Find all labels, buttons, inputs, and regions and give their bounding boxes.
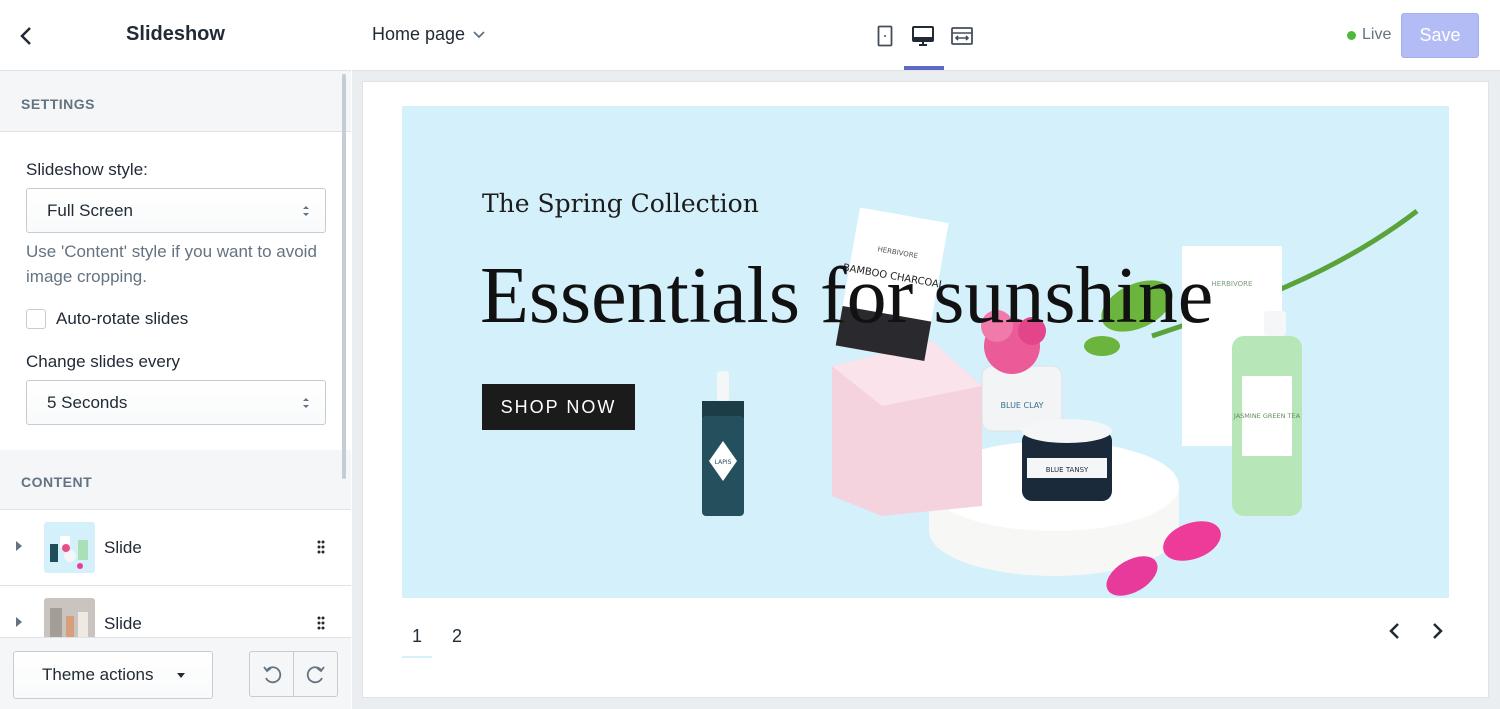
redo-icon xyxy=(306,666,325,684)
chevron-left-icon xyxy=(1389,623,1399,639)
settings-heading: SETTINGS xyxy=(0,72,351,132)
product-label: BLUE TANSY xyxy=(1046,466,1089,474)
theme-actions-label: Theme actions xyxy=(42,665,154,684)
fullscreen-view-button[interactable] xyxy=(949,23,975,49)
caret-right-icon[interactable] xyxy=(15,616,23,628)
select-arrows-icon xyxy=(303,398,309,408)
select-arrows-icon xyxy=(303,206,309,216)
chevron-right-icon xyxy=(1433,623,1443,639)
slide-label: Slide xyxy=(104,538,142,557)
content-heading-label: CONTENT xyxy=(21,474,93,490)
sidebar-footer: Theme actions xyxy=(0,637,351,709)
mobile-view-button[interactable] xyxy=(872,23,898,49)
mobile-icon xyxy=(877,25,893,47)
auto-rotate-toggle[interactable]: Auto-rotate slides xyxy=(26,308,188,330)
product-label: LAPIS xyxy=(715,459,732,466)
slideshow-style-select[interactable]: Full Screen xyxy=(26,188,326,233)
expand-width-icon xyxy=(951,27,973,45)
content-heading: CONTENT xyxy=(0,450,351,510)
auto-rotate-checkbox[interactable] xyxy=(26,309,46,329)
slide-label: Slide xyxy=(104,614,142,633)
shop-now-button[interactable]: SHOP NOW xyxy=(482,384,635,430)
settings-panel: Slideshow style: Full Screen Use 'Conten… xyxy=(0,132,351,451)
undo-redo-group xyxy=(249,651,338,697)
page-select-label: Home page xyxy=(372,24,466,44)
save-button[interactable]: Save xyxy=(1401,13,1479,58)
page-select[interactable]: Home page xyxy=(372,24,485,45)
desktop-icon xyxy=(912,26,934,46)
drag-handle-icon[interactable] xyxy=(317,540,325,554)
undo-icon xyxy=(262,666,281,684)
theme-actions-button[interactable]: Theme actions xyxy=(13,651,213,699)
drag-handle-icon[interactable] xyxy=(317,616,325,630)
sidebar-title: Slideshow xyxy=(126,23,225,45)
slideshow-style-help: Use 'Content' style if you want to avoid… xyxy=(26,242,317,286)
slide-thumbnail xyxy=(44,522,95,573)
sidebar-header: Slideshow xyxy=(0,0,351,71)
chevron-down-icon xyxy=(473,30,485,38)
change-slides-select[interactable]: 5 Seconds xyxy=(26,380,326,425)
editor-topbar: Home page Live Save xyxy=(352,0,1500,71)
settings-heading-label: SETTINGS xyxy=(21,96,96,112)
slideshow-style-value: Full Screen xyxy=(47,201,133,220)
slideshow-style-label: Slideshow style: xyxy=(26,160,148,179)
active-device-indicator xyxy=(904,66,944,70)
product-label: HERBIVORE xyxy=(1212,280,1253,288)
live-dot xyxy=(1347,30,1356,40)
redo-button[interactable] xyxy=(294,652,337,696)
caret-right-icon[interactable] xyxy=(15,540,23,552)
undo-button[interactable] xyxy=(250,652,294,696)
hero-slide[interactable]: The Spring Collection Essentials for sun… xyxy=(402,106,1449,598)
auto-rotate-label: Auto-rotate slides xyxy=(56,309,189,328)
active-page-indicator xyxy=(402,656,432,658)
change-slides-value: 5 Seconds xyxy=(47,393,128,412)
previous-slide-button[interactable] xyxy=(1383,620,1405,642)
caret-down-icon xyxy=(177,673,185,678)
change-slides-label: Change slides every xyxy=(26,352,181,371)
product-label: BLUE CLAY xyxy=(1001,401,1044,410)
slide-page-2[interactable]: 2 xyxy=(452,626,462,647)
product-label: JASMINE GREEN TEA xyxy=(1233,412,1301,420)
desktop-view-button[interactable] xyxy=(910,23,936,49)
live-status: Live xyxy=(1347,26,1391,44)
sidebar-scrollbar[interactable] xyxy=(342,74,346,479)
next-slide-button[interactable] xyxy=(1427,620,1449,642)
hero-title: Essentials for sunshine xyxy=(480,252,1214,340)
live-label: Live xyxy=(1362,26,1392,43)
slide-page-1[interactable]: 1 xyxy=(412,626,422,647)
sidebar: Slideshow SETTINGS Slideshow style: Full… xyxy=(0,0,351,709)
slide-item[interactable]: Slide xyxy=(0,510,351,586)
